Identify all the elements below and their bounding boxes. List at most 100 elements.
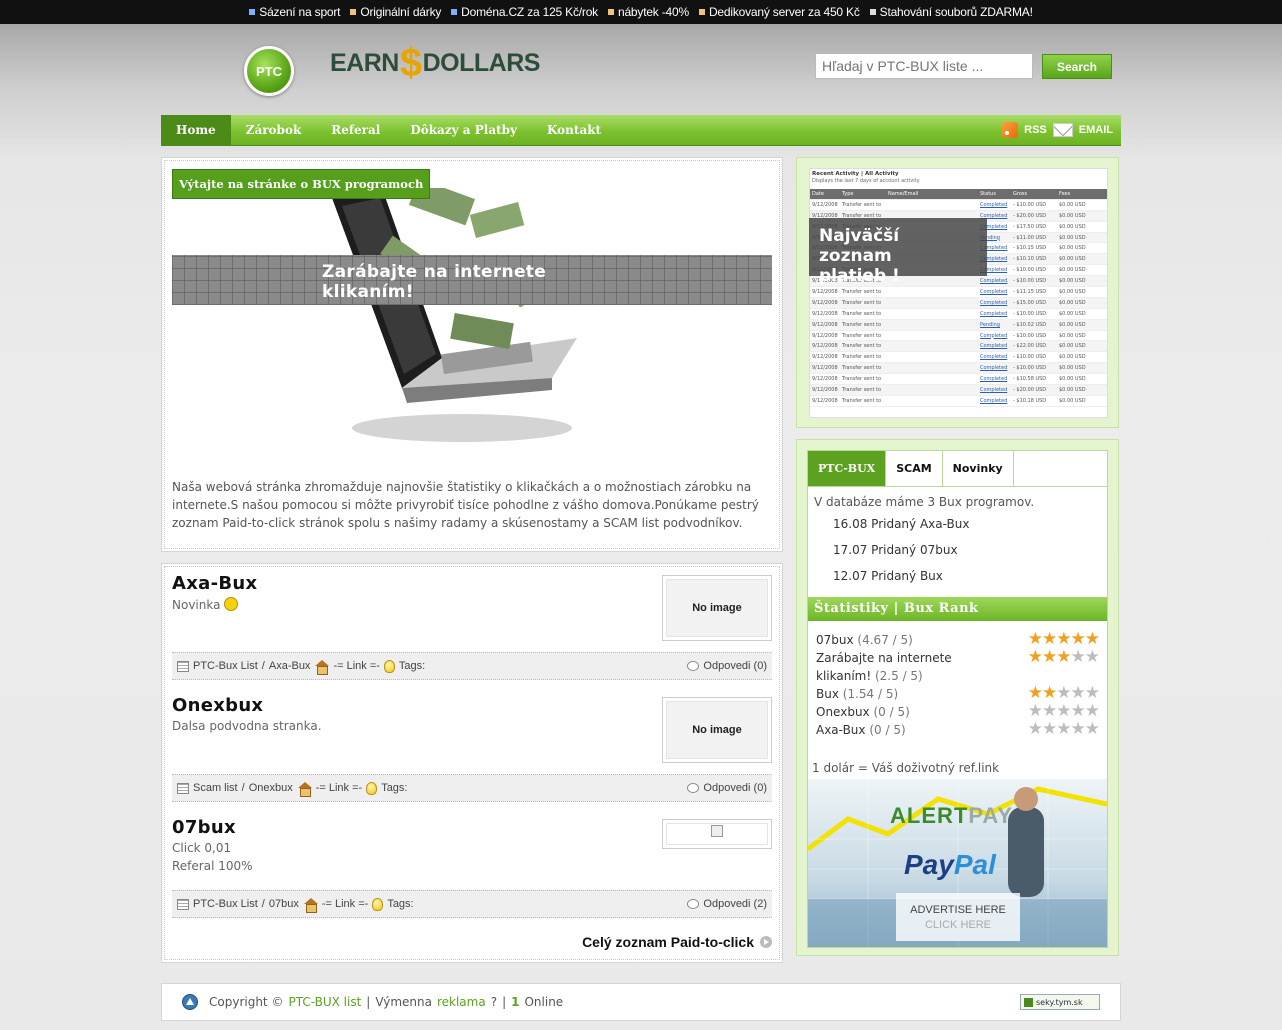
post-tags: Tags: — [381, 782, 408, 794]
post-external-link[interactable]: -= Link =- — [333, 660, 379, 672]
tab-scam[interactable]: SCAM — [886, 451, 943, 486]
payouts-caption: Recent Activity | All Activity — [812, 171, 899, 177]
star-icon[interactable]: ★ — [1085, 703, 1100, 720]
star-icon[interactable]: ★ — [1042, 631, 1057, 648]
star-icon[interactable]: ★ — [1056, 631, 1071, 648]
post-name-link[interactable]: Axa-Bux — [269, 660, 311, 672]
star-icon[interactable]: ★ — [1071, 649, 1086, 666]
post-title-onexbux[interactable]: Onexbux — [172, 695, 263, 716]
tab-novinky[interactable]: Novinky — [942, 451, 1014, 486]
top-link-stahovani[interactable]: Stahování souborů ZDARMA! — [869, 5, 1033, 19]
star-icon[interactable]: ★ — [1042, 721, 1057, 738]
post-replies-link[interactable]: Odpovedi (2) — [703, 898, 767, 910]
footer-ad-link[interactable]: reklama — [437, 995, 486, 1009]
payouts-screenshot[interactable]: Recent Activity | All Activity Displays … — [809, 168, 1108, 418]
star-icon[interactable]: ★ — [1056, 685, 1071, 702]
payouts-overlay: Najväčší zoznam platieb ! — [809, 218, 987, 286]
news-item[interactable]: 12.07 Pridaný Bux — [833, 569, 943, 583]
star-icon[interactable]: ★ — [1028, 721, 1043, 738]
star-icon[interactable]: ★ — [1071, 721, 1086, 738]
payouts-cell: - $10.00 USD — [1013, 365, 1047, 372]
star-icon[interactable]: ★ — [1028, 631, 1043, 648]
post-replies-link[interactable]: Odpovedi (0) — [703, 782, 767, 794]
payouts-cell: - $11.15 USD — [1013, 288, 1047, 295]
post-title-07bux[interactable]: 07bux — [172, 817, 236, 838]
nav-kontakt[interactable]: Kontakt — [532, 115, 616, 146]
rank-name[interactable]: Bux — [816, 687, 839, 701]
news-item[interactable]: 16.08 Pridaný Axa-Bux — [833, 517, 969, 531]
post-thumbnail-broken[interactable] — [662, 819, 772, 849]
scroll-top-icon[interactable] — [182, 994, 198, 1010]
payouts-cell: 9/12/2008 — [812, 397, 838, 404]
tab-ptc-bux[interactable]: PTC-BUX — [808, 451, 887, 486]
post-thumbnail[interactable]: No image — [662, 697, 772, 763]
post-name-link[interactable]: Onexbux — [249, 782, 293, 794]
nav-dokazy[interactable]: Dôkazy a Platby — [395, 115, 532, 146]
nav-home[interactable]: Home — [161, 114, 231, 146]
star-icon[interactable]: ★ — [1085, 721, 1100, 738]
top-link-darky[interactable]: Originální dárky — [350, 5, 441, 19]
main-nav: Home Zárobok Referal Dôkazy a Platby Kon… — [161, 114, 1121, 146]
rss-icon[interactable] — [1002, 122, 1019, 138]
top-link-sport[interactable]: Sázení na sport — [249, 5, 341, 19]
referral-link-offer[interactable]: 1 dolár = Váš doživotný ref.link — [812, 761, 999, 775]
payouts-cell: Completed — [980, 354, 1008, 361]
star-icon[interactable]: ★ — [1028, 703, 1043, 720]
welcome-panel: Výtajte na stránke o BUX programoch Zará… — [161, 157, 783, 552]
top-link-server[interactable]: Dedikovaný server za 450 Kč — [698, 5, 860, 19]
post-category-link[interactable]: PTC-Bux List — [193, 660, 258, 672]
star-icon[interactable]: ★ — [1042, 649, 1057, 666]
rank-name[interactable]: 07bux — [816, 633, 854, 647]
post-replies-link[interactable]: Odpovedi (0) — [703, 660, 767, 672]
footer-site-link[interactable]: PTC-BUX list — [288, 995, 361, 1009]
star-icon[interactable]: ★ — [1056, 649, 1071, 666]
star-icon[interactable]: ★ — [1028, 649, 1043, 666]
post-category-link[interactable]: PTC-Bux List — [193, 898, 258, 910]
email-link[interactable]: EMAIL — [1079, 124, 1113, 136]
search-button[interactable]: Search — [1042, 54, 1112, 79]
top-link-nabytek[interactable]: nábytek -40% — [607, 5, 689, 19]
news-item[interactable]: 17.07 Pridaný 07bux — [833, 543, 958, 557]
rank-name[interactable]: Axa-Bux — [816, 723, 866, 737]
payouts-cell: 9/12/2008 — [812, 201, 838, 208]
advert-banner[interactable]: ALERTPAY PayPal ADVERTISE HERE CLICK HER… — [808, 779, 1107, 947]
payouts-cell: Transfer sent to — [842, 299, 882, 306]
star-icon[interactable]: ★ — [1085, 631, 1100, 648]
search-input[interactable] — [815, 53, 1033, 79]
payouts-cell: $0.00 USD — [1059, 332, 1086, 339]
post-tags: Tags: — [398, 660, 426, 672]
welcome-heading: Výtajte na stránke o BUX programoch — [172, 169, 431, 199]
nav-zarobok[interactable]: Zárobok — [231, 115, 317, 146]
post-category-link[interactable]: Scam list — [193, 782, 238, 794]
post-title-axabux[interactable]: Axa-Bux — [172, 573, 257, 594]
star-icon[interactable]: ★ — [1085, 685, 1100, 702]
post-thumbnail[interactable]: No image — [662, 575, 772, 641]
star-icon[interactable]: ★ — [1028, 685, 1043, 702]
star-icon[interactable]: ★ — [1071, 685, 1086, 702]
counter-badge[interactable]: seky.tym.sk — [1020, 994, 1100, 1010]
advertise-here-button[interactable]: ADVERTISE HERE CLICK HERE — [896, 893, 1020, 941]
site-logo[interactable]: EARN $ DOLLARS — [330, 43, 540, 83]
top-link-domena[interactable]: Doména.CZ za 125 Kč/rok — [451, 5, 598, 19]
star-icon[interactable]: ★ — [1071, 703, 1086, 720]
email-icon[interactable] — [1052, 123, 1073, 137]
ptc-logo-badge[interactable]: PTC — [244, 46, 294, 96]
star-icon[interactable]: ★ — [1071, 631, 1086, 648]
star-icon[interactable]: ★ — [1056, 721, 1071, 738]
nav-referal[interactable]: Referal — [316, 115, 395, 146]
full-list-link[interactable]: Celý zoznam Paid-to-click — [582, 934, 772, 950]
payouts-row: 9/12/2008 Transfer sent to Completed - $10.… — [810, 363, 1107, 375]
arrow-right-icon — [760, 936, 772, 948]
post-name-link[interactable]: 07bux — [269, 898, 299, 910]
star-icon[interactable]: ★ — [1056, 703, 1071, 720]
bullet-icon — [350, 9, 357, 15]
rating-stars: ★ ★ ★ ★ ★ — [1028, 721, 1100, 738]
post-external-link[interactable]: -= Link =- — [322, 898, 368, 910]
star-icon[interactable]: ★ — [1042, 703, 1057, 720]
payouts-caption-sub: Displays the last 7 days of account acti… — [812, 178, 920, 184]
post-external-link[interactable]: -= Link =- — [316, 782, 362, 794]
rank-name[interactable]: Onexbux — [816, 705, 870, 719]
star-icon[interactable]: ★ — [1042, 685, 1057, 702]
star-icon[interactable]: ★ — [1085, 649, 1100, 666]
rss-link[interactable]: RSS — [1024, 124, 1047, 136]
